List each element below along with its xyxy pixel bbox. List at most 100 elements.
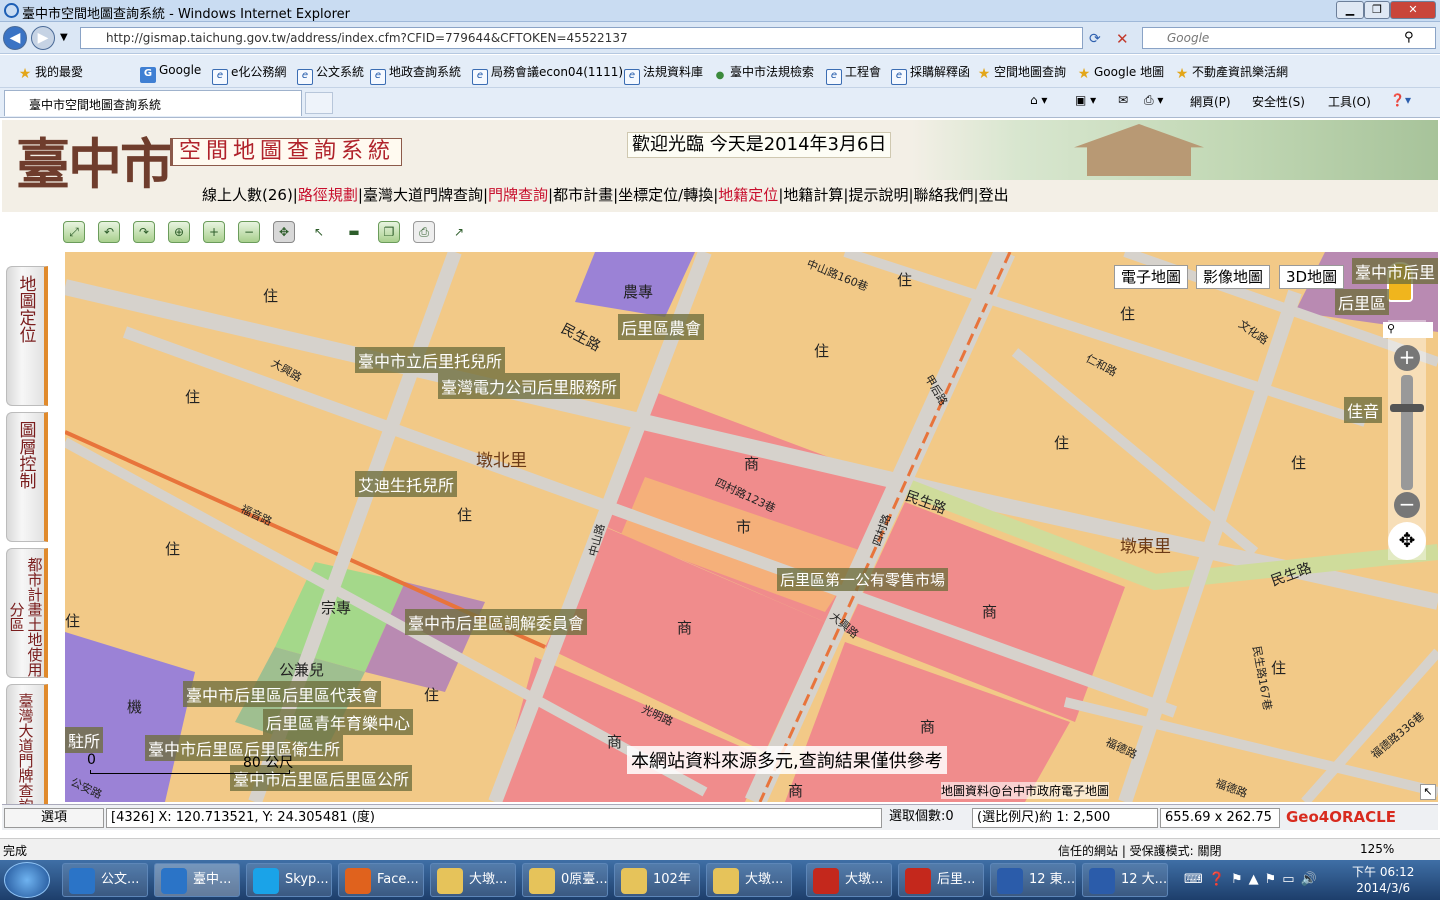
previous-view-icon[interactable]: ↶ [98,221,120,243]
fav-procure[interactable]: 採購解釋函 [891,63,970,85]
poi-label[interactable]: 艾迪生托兒所 [355,471,458,497]
close-button[interactable]: ✕ [1390,1,1436,19]
zoom-in-icon[interactable]: + [203,221,225,243]
task-item[interactable]: Face... [338,863,424,897]
menu-coordinate[interactable]: 坐標定位/轉換 [618,186,713,204]
zoom-level[interactable]: 125% [1360,842,1394,856]
fav-land[interactable]: 地政查詢系統 [370,63,461,85]
print-icon[interactable]: ⎙ ▾ [1144,93,1163,108]
identify-icon[interactable]: ↗ [448,221,470,243]
expand-icon[interactable]: ↖ [1420,784,1436,800]
next-view-icon[interactable]: ↷ [133,221,155,243]
zoom-handle[interactable] [1390,404,1424,412]
task-item[interactable]: 12 大... [1082,863,1168,897]
menu-online-count[interactable]: 線上人數(26) [202,186,293,204]
task-item[interactable]: 0原臺... [522,863,608,897]
task-item[interactable]: 102年 [614,863,700,897]
search-icon[interactable]: ⚲ [1404,30,1414,45]
pan-arrows-icon[interactable]: ✥ [1388,522,1426,560]
forward-button[interactable]: ▶ [31,26,55,50]
zoom-in-button[interactable]: + [1394,345,1420,371]
menu-taiwan-blvd[interactable]: 臺灣大道門牌查詢 [363,186,483,204]
layers-icon[interactable]: ❐ [378,221,400,243]
menu-cadastral[interactable]: 地籍定位 [718,186,778,204]
poi-label[interactable]: 臺中市后里 [1352,258,1438,284]
fav-pcc[interactable]: 工程會 [826,63,881,85]
favorites-button[interactable]: 我的最愛 [18,63,83,82]
poi-label[interactable]: 臺灣電力公司后里服務所 [438,373,621,399]
poi-label[interactable]: 臺中市立后里托兒所 [355,347,506,373]
fav-egov[interactable]: e化公務網 [212,63,286,85]
poi-label[interactable]: 后里區 [1335,289,1390,315]
magnifier-icon[interactable]: ⚲ [1383,322,1433,338]
poi-label[interactable]: 后里區第一公有零售市場 [777,568,949,591]
fav-realestate[interactable]: 不動產資訊樂活網 [1175,63,1288,82]
new-tab-button[interactable] [305,92,333,114]
menu-contact[interactable]: 聯絡我們 [914,186,974,204]
fav-law-search[interactable]: 臺中市法規檢索 [713,63,814,84]
clock[interactable]: 下午 06:12 2014/3/6 [1352,864,1414,896]
sidebar-tab-layers[interactable]: 圖層控制 [6,412,48,542]
menu-address[interactable]: 門牌查詢 [488,186,548,204]
fav-google[interactable]: Google [140,63,201,83]
poi-label[interactable]: 后里區青年育樂中心 [263,709,414,735]
task-item[interactable]: 公文... [62,863,148,897]
measure-icon[interactable]: ▬ [343,221,365,243]
help-icon[interactable]: ❓▾ [1390,93,1411,107]
full-extent-icon[interactable]: ⤢ [63,221,85,243]
fav-meeting[interactable]: 局務會議econ04(1111) [472,63,623,85]
print-map-icon[interactable]: ⎙ [413,221,435,243]
poi-label[interactable]: 后里區農會 [618,314,705,340]
history-dropdown-icon[interactable]: ▼ [60,32,68,43]
sidebar-tab-zoning[interactable]: 都市計畫土地使用分區 [6,548,48,678]
search-input[interactable]: Google [1142,27,1436,49]
task-item[interactable]: 臺中... [154,863,240,897]
menu-help[interactable]: 提示說明 [848,186,908,204]
tray-icons[interactable]: ⌨❓⚑▲⚑▭🔊 [1184,872,1323,887]
options-button[interactable]: 選項 [4,808,104,828]
zoom-out-button[interactable]: − [1394,492,1420,518]
fav-googlemap[interactable]: Google 地圖 [1077,63,1164,82]
poi-label[interactable]: 佳音 [1344,397,1383,423]
task-item[interactable]: 12 東... [990,863,1076,897]
maximize-button[interactable]: ❐ [1364,1,1390,19]
map-canvas[interactable]: 電子地圖 影像地圖 3D地圖 + − ✥ ⚲ 臺中市立后里托兒所 臺灣電力公司后… [65,252,1438,802]
poi-label[interactable]: 臺中市后里區調解委員會 [405,609,588,635]
map-mode-electronic[interactable]: 電子地圖 [1114,265,1189,289]
fav-docs[interactable]: 公文系統 [297,63,364,85]
zoom-slider[interactable]: + − ✥ [1388,320,1426,560]
security-zone[interactable]: 信任的網站 | 受保護模式: 關閉 [1058,842,1222,859]
sidebar-tab-locate[interactable]: 地圖定位 [6,266,48,406]
menu-urban-plan[interactable]: 都市計畫 [553,186,613,204]
minimize-button[interactable]: ▁ [1336,1,1364,19]
menu-route[interactable]: 路徑規劃 [298,186,358,204]
zoom-out-icon[interactable]: − [238,221,260,243]
map-mode-3d[interactable]: 3D地圖 [1279,265,1345,289]
tools-menu[interactable]: 工具(O) [1328,93,1371,110]
task-item[interactable]: 大墩... [806,863,892,897]
fav-law[interactable]: 法規資料庫 [624,63,703,85]
stop-icon[interactable]: ✕ [1116,30,1129,48]
back-button[interactable]: ◀ [3,26,27,50]
zoom-box-icon[interactable]: ⊕ [168,221,190,243]
map-mode-image[interactable]: 影像地圖 [1196,265,1271,289]
zoom-track[interactable] [1401,375,1413,490]
menu-cadastral-calc[interactable]: 地籍計算 [783,186,843,204]
feeds-icon[interactable]: ▣ ▾ [1075,93,1096,107]
select-arrow-icon[interactable]: ↖ [308,221,330,243]
scale-select[interactable]: (選比例尺)約 1: 2,500 [972,808,1158,828]
page-menu[interactable]: 網頁(P) [1190,93,1231,110]
safety-menu[interactable]: 安全性(S) [1252,93,1305,110]
sidebar-tab-taiwan-blvd[interactable]: 臺灣大道門牌查詢 [6,684,48,818]
menu-logout[interactable]: 登出 [979,186,1009,204]
task-item[interactable]: 大墩... [706,863,792,897]
task-item[interactable]: 后里... [898,863,984,897]
refresh-icon[interactable]: ⟳ [1089,31,1101,47]
url-input[interactable]: http://gismap.taichung.gov.tw/address/in… [80,27,1083,49]
poi-label[interactable]: 駐所 [65,727,104,753]
tab-current[interactable]: 臺中市空間地圖查詢系統 [4,90,302,116]
poi-label[interactable]: 臺中市后里區后里區代表會 [183,681,382,707]
task-item[interactable]: Skyp... [246,863,332,897]
mail-icon[interactable]: ✉ [1118,93,1128,107]
home-icon[interactable]: ⌂ ▾ [1030,93,1047,107]
